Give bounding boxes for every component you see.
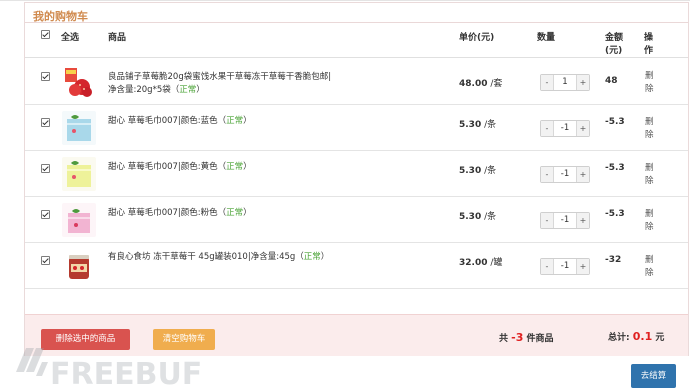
action-header-line2: 作 [644,46,654,56]
quantity-header: 数量 [537,33,556,43]
row-checkbox[interactable] [41,210,50,219]
row-amount: -5.3 [605,117,625,127]
product-thumbnail-towel-blue[interactable] [62,111,96,145]
status-badge: 正常 [226,208,244,218]
quantity-stepper[interactable]: - -1 + [540,212,590,229]
cart-row: 良品铺子草莓脆20g袋蜜饯水果干草莓冻干草莓干香脆包邮|净含量:20g*5袋（正… [25,59,688,105]
product-name[interactable]: 甜心 草莓毛巾007|颜色:蓝色（正常） [108,115,333,128]
quantity-input[interactable]: -1 [553,121,577,136]
select-all-checkbox[interactable] [41,30,50,39]
row-amount: -5.3 [605,163,625,173]
row-amount: -5.3 [605,209,625,219]
product-header: 商品 [108,33,127,43]
quantity-stepper[interactable]: - -1 + [540,258,590,275]
status-badge: 正常 [226,116,244,126]
increase-button[interactable]: + [577,121,589,136]
decrease-button[interactable]: - [541,259,553,274]
cart-row: 甜心 草莓毛巾007|颜色:粉色（正常） 5.30 /条 - -1 + -5.3… [25,197,688,243]
quantity-input[interactable]: -1 [553,259,577,274]
unit-price: 5.30 /条 [459,120,497,130]
amount-header-line1: 金额 [605,33,624,43]
row-checkbox[interactable] [41,256,50,265]
unit-price: 5.30 /条 [459,212,497,222]
cart-panel: 我的购物车 全选 商品 单价(元) 数量 金额 (元) 操 作 良品铺子草莓脆2… [24,2,689,356]
product-name[interactable]: 甜心 草莓毛巾007|颜色:黄色（正常） [108,161,333,174]
top-divider [0,0,690,1]
product-name[interactable]: 有良心食坊 冻干草莓干 45g罐装010|净含量:45g（正常） [108,251,333,264]
delete-link[interactable]: 删除 [645,70,657,96]
freebuf-watermark: FREEBUF [12,338,212,391]
row-amount: 48 [605,76,618,86]
quantity-input[interactable]: -1 [553,167,577,182]
product-thumbnail-strawberry-snack[interactable] [62,65,96,99]
action-header-line1: 操 [644,33,654,43]
unit-price-header: 单价(元) [459,33,495,43]
decrease-button[interactable]: - [541,167,553,182]
status-badge: 正常 [303,252,321,262]
quantity-input[interactable]: -1 [553,213,577,228]
total-value: 0.1 [632,330,653,343]
cart-row: 甜心 草莓毛巾007|颜色:黄色（正常） 5.30 /条 - -1 + -5.3… [25,151,688,197]
delete-link[interactable]: 删除 [645,116,657,142]
watermark-text: FREEBUF [50,357,202,390]
unit-price: 48.00 /套 [459,79,503,89]
quantity-stepper[interactable]: - 1 + [540,74,590,91]
cart-row: 甜心 草莓毛巾007|颜色:蓝色（正常） 5.30 /条 - -1 + -5.3… [25,105,688,151]
quantity-input[interactable]: 1 [553,75,577,90]
cart-row: 有良心食坊 冻干草莓干 45g罐装010|净含量:45g（正常） 32.00 /… [25,243,688,289]
product-name[interactable]: 甜心 草莓毛巾007|颜色:粉色（正常） [108,207,333,220]
product-name[interactable]: 良品铺子草莓脆20g袋蜜饯水果干草莓冻干草莓干香脆包邮|净含量:20g*5袋（正… [108,71,333,97]
increase-button[interactable]: + [577,213,589,228]
status-badge: 正常 [179,85,197,95]
checkout-button[interactable]: 去结算 [631,364,676,388]
delete-link[interactable]: 删除 [645,208,657,234]
decrease-button[interactable]: - [541,75,553,90]
increase-button[interactable]: + [577,75,589,90]
select-all-label[interactable]: 全选 [61,30,79,43]
status-badge: 正常 [226,162,244,172]
row-checkbox[interactable] [41,164,50,173]
increase-button[interactable]: + [577,259,589,274]
table-header: 全选 商品 单价(元) 数量 金额 (元) 操 作 [25,23,688,58]
delete-link[interactable]: 删除 [645,162,657,188]
product-thumbnail-towel-yellow[interactable] [62,157,96,191]
delete-link[interactable]: 删除 [645,254,657,280]
quantity-stepper[interactable]: - -1 + [540,120,590,137]
decrease-button[interactable]: - [541,121,553,136]
row-checkbox[interactable] [41,72,50,81]
product-thumbnail-towel-pink[interactable] [62,203,96,237]
increase-button[interactable]: + [577,167,589,182]
item-count-value: -3 [511,331,524,344]
product-thumbnail-strawberry-jar[interactable] [62,249,96,283]
quantity-stepper[interactable]: - -1 + [540,166,590,183]
decrease-button[interactable]: - [541,213,553,228]
item-count: 共 -3 件商品 [499,331,554,344]
row-checkbox[interactable] [41,118,50,127]
amount-header-line2: (元) [605,46,623,56]
row-amount: -32 [605,255,622,265]
unit-price: 32.00 /罐 [459,258,503,268]
order-total: 总计: 0.1 元 [608,330,665,343]
unit-price: 5.30 /条 [459,166,497,176]
